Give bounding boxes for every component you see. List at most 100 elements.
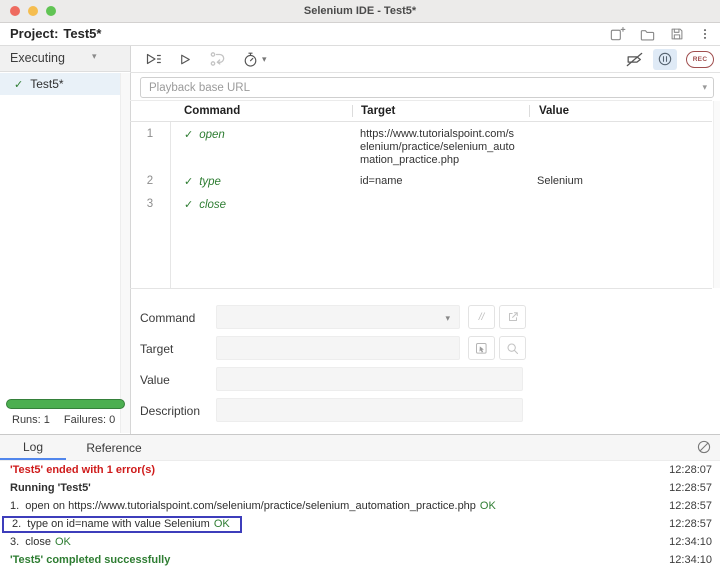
log-timestamp: 12:34:10 [669,554,712,566]
column-header-target[interactable]: Target [353,105,529,117]
failures-count: Failures: 0 [63,414,116,426]
playback-url-wrap: ▾ [140,77,714,98]
test-name: Test5* [30,77,64,91]
log-timestamp: 12:28:57 [669,482,712,494]
titlebar: Selenium IDE - Test5* [0,0,720,23]
row-number: 2 [146,175,154,187]
log-timestamp: 12:28:57 [669,518,712,530]
run-current-test-icon[interactable] [177,51,194,68]
log-entry: 'Test5' ended with 1 error(s) 12:28:07 [0,461,720,479]
log-ok-badge: OK [54,536,71,548]
test-speed-control[interactable]: ▾ [242,51,267,68]
log-text: 3. close [10,536,51,548]
log-entries: 'Test5' ended with 1 error(s) 12:28:07 R… [0,461,720,569]
window-title: Selenium IDE - Test5* [303,5,417,17]
value-cell [528,122,712,169]
new-project-icon[interactable] [609,26,626,43]
close-window-button[interactable] [10,6,20,16]
description-input[interactable] [217,399,522,421]
table-scrollbar[interactable] [713,101,720,288]
log-text: 1. open on https://www.tutorialspoint.co… [10,500,476,512]
select-target-button[interactable] [468,336,495,360]
table-row[interactable]: 2 ✓ type id=name Selenium [130,169,712,192]
open-editor-button[interactable] [499,305,526,329]
check-icon: ✓ [184,199,194,211]
column-header-command[interactable]: Command [130,105,352,117]
record-button[interactable]: REC [686,50,714,68]
chevron-down-icon[interactable]: ▾ [702,82,707,93]
table-row[interactable]: 3 ✓ close [130,192,712,215]
value-cell: Selenium [537,175,583,187]
log-text: 'Test5' ended with 1 error(s) [10,464,156,476]
save-project-icon[interactable] [669,26,685,42]
step-over-icon [209,50,227,68]
project-title: Project: Test5* [10,26,101,41]
menu-icon[interactable] [698,26,712,42]
command-table-body: 1 ✓ open https://www.tutorialspoint.com/s… [130,122,712,288]
table-form-divider [130,288,712,289]
row-number: 3 [146,198,154,210]
disable-breakpoints-icon[interactable] [625,50,644,69]
tab-log[interactable]: Log [0,435,66,460]
command-cell: open [199,129,225,141]
table-row[interactable]: 1 ✓ open https://www.tutorialspoint.com/s… [130,122,712,169]
project-bar: Project: Test5* [0,23,720,46]
command-cell: type [199,176,221,188]
zoom-window-button[interactable] [46,6,56,16]
log-entry-selected[interactable]: 2. type on id=name with value Selenium O… [0,515,720,533]
command-select[interactable]: ▾ [216,305,460,329]
target-input[interactable] [217,337,459,359]
value-field-label: Value [140,373,170,387]
command-field-label: Command [140,311,196,325]
row-number-divider [170,122,171,288]
chevron-down-icon: ▾ [262,53,267,64]
check-icon: ✓ [184,129,194,141]
run-stats: Runs: 1 Failures: 0 [12,414,115,426]
check-icon: ✓ [184,176,194,188]
magnifier-icon [507,342,519,354]
stopwatch-icon [242,51,259,68]
log-ok-badge: OK [213,517,230,530]
comment-toggle-button[interactable]: // [468,305,495,329]
test-list-filter[interactable]: Executing ▾ [0,46,130,72]
traffic-lights [10,6,56,16]
log-ok-badge: OK [479,500,496,512]
toolbar-divider [130,72,720,73]
project-label: Project: [10,26,59,41]
log-timestamp: 12:28:57 [669,500,712,512]
description-field [216,398,523,422]
pause-circle-icon [658,52,672,66]
chevron-down-icon: ▾ [445,313,450,323]
open-project-icon[interactable] [639,26,656,43]
playback-base-url-input[interactable] [140,77,714,98]
tab-reference[interactable]: Reference [78,435,150,460]
target-cell [352,192,528,215]
log-tabbar: Log Reference [0,435,720,461]
run-all-tests-icon[interactable] [144,50,162,68]
column-header-value[interactable]: Value [530,105,712,117]
cursor-in-box-icon [476,342,487,354]
target-cell: https://www.tutorialspoint.com/selenium/… [360,128,515,166]
log-text: Running 'Test5' [10,482,91,494]
log-panel: Log Reference 'Test5' ended with 1 error… [0,434,720,569]
log-entry: 'Test5' completed successfully 12:34:10 [0,551,720,569]
find-target-button[interactable] [499,336,526,360]
row-number: 1 [146,128,154,140]
check-icon: ✓ [14,78,24,91]
chevron-down-icon: ▾ [92,51,97,61]
minimize-window-button[interactable] [28,6,38,16]
run-progress-bar [6,399,125,409]
command-cell: close [199,199,227,211]
pause-on-exceptions-button[interactable] [653,48,677,70]
value-input[interactable] [217,368,522,390]
sidebar-scrollbar[interactable] [120,73,130,433]
clear-log-icon[interactable] [696,439,712,455]
log-selection-box: 2. type on id=name with value Selenium O… [2,515,242,533]
log-timestamp: 12:34:10 [669,536,712,548]
project-name: Test5* [63,26,102,41]
target-cell: id=name [360,175,403,187]
log-entry: 3. close OK 12:34:10 [0,533,720,551]
log-entry: Running 'Test5' 12:28:57 [0,479,720,497]
value-field [216,367,523,391]
sidebar-item-test5[interactable]: ✓ Test5* [0,73,121,95]
